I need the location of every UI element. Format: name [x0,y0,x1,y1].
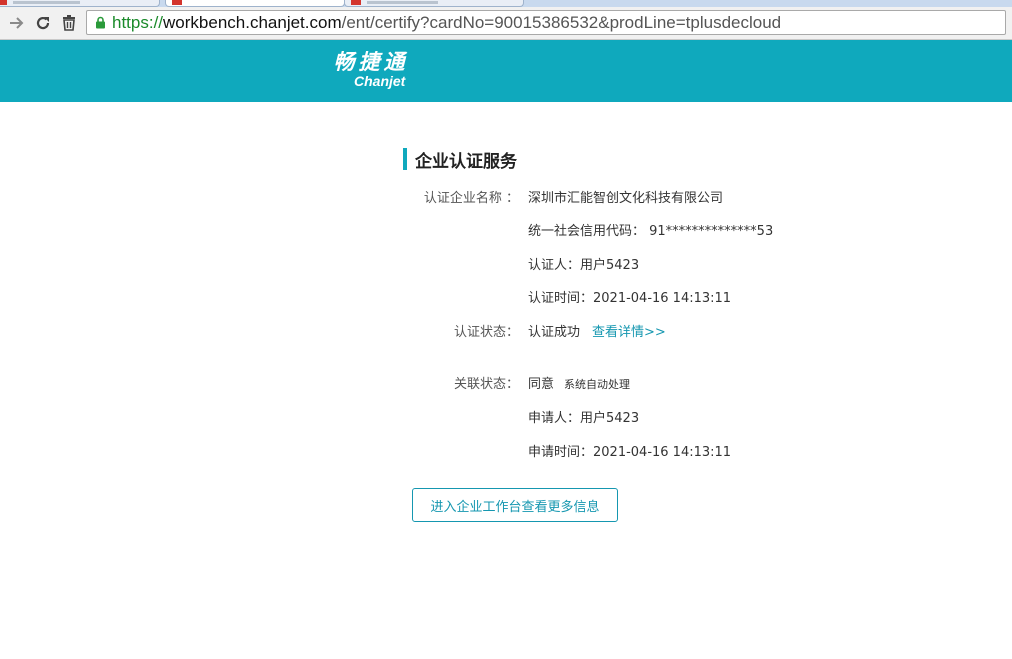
trash-button[interactable] [58,12,80,34]
certification-status-value: 认证成功 [528,325,581,340]
credit-code: 统一社会信用代码： 91**************53 [528,224,774,239]
lock-icon [96,16,105,29]
browser-tab[interactable] [165,0,345,7]
applicant: 申请人：用户5423 [528,411,640,426]
title-accent-bar [403,148,407,170]
trash-icon [63,15,75,31]
view-details-link[interactable]: 查看详情>> [592,325,666,340]
url-host: workbench.chanjet.com [163,13,342,32]
reload-icon [36,16,50,30]
reload-button[interactable] [32,12,54,34]
forward-button[interactable] [6,12,28,34]
tab-favicon-icon [0,0,7,5]
browser-tab[interactable] [0,0,160,7]
browser-tab-strip [0,0,1012,7]
forward-arrow-icon [10,17,24,29]
address-bar[interactable]: https://workbench.chanjet.com/ent/certif… [86,10,1006,35]
browser-tab[interactable] [344,0,524,7]
browser-toolbar: https://workbench.chanjet.com/ent/certif… [0,7,1012,40]
association-status-row: 同意 系统自动处理 [528,377,630,393]
tab-favicon-icon [172,0,182,5]
page-title: 企业认证服务 [415,151,517,172]
tab-favicon-icon [351,0,361,5]
association-status-note: 系统自动处理 [564,378,631,391]
logo-english: Chanjet [354,73,406,89]
company-label: 认证企业名称 ： [423,191,519,206]
application-time: 申请时间：2021-04-16 14:13:11 [528,445,732,460]
url-path: /ent/certify?cardNo=90015386532&prodLine… [341,13,782,32]
company-name: 深圳市汇能智创文化科技有限公司 [528,191,724,206]
url-text: https://workbench.chanjet.com/ent/certif… [112,14,781,32]
section-header: 企业认证服务 [403,148,517,172]
brand-header: 畅捷通 Chanjet [0,40,1012,102]
association-status-label: 关联状态： [453,377,519,392]
certification-time: 认证时间：2021-04-16 14:13:11 [528,291,732,306]
certification-status-row: 认证成功 查看详情>> [528,325,666,341]
association-status-value: 同意 [528,377,555,392]
logo-chinese: 畅捷通 [333,50,409,74]
chanjet-logo[interactable]: 畅捷通 Chanjet [316,50,426,92]
enter-workbench-button[interactable]: 进入企业工作台查看更多信息 [412,488,618,522]
certification-status-label: 认证状态： [453,325,519,340]
certifier: 认证人：用户5423 [528,258,640,273]
url-scheme: https:// [112,13,164,32]
